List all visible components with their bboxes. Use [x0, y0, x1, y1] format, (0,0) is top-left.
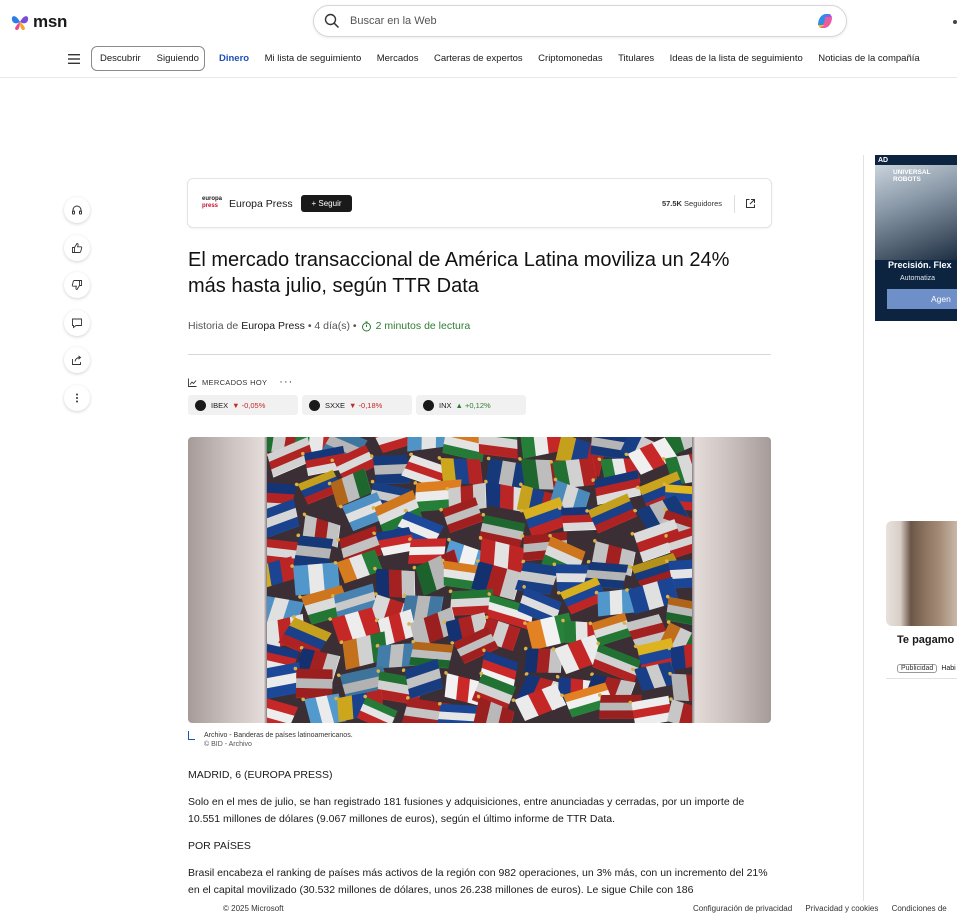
feed-toggle: Descubrir Siguiendo [91, 46, 205, 71]
external-link-icon[interactable] [745, 198, 756, 209]
sponsored-meta: Publicidad Habi [897, 664, 957, 673]
caption-corner-icon [188, 731, 195, 740]
footer-link-privacy-cookies[interactable]: Privacidad y cookies [805, 904, 878, 913]
search-box[interactable] [313, 5, 847, 37]
index-icon [309, 399, 320, 411]
nav-link-noticias[interactable]: Noticias de la compañía [818, 53, 919, 64]
index-icon [195, 399, 206, 411]
nav-link-carteras[interactable]: Carteras de expertos [434, 53, 523, 64]
copilot-icon[interactable] [814, 10, 836, 32]
share-button[interactable] [64, 347, 90, 373]
footer: © 2025 Microsoft Configuración de privac… [0, 901, 957, 916]
nav-row: Descubrir Siguiendo Dinero Mi lista de s… [0, 44, 957, 78]
action-rail [64, 197, 90, 422]
nav-link-dinero[interactable]: Dinero [219, 53, 249, 64]
nav-link-titulares[interactable]: Titulares [618, 53, 654, 64]
sponsored-image [886, 521, 957, 626]
thumbs-down-icon [71, 280, 82, 290]
ad-brand: UNIVERSAL ROBOTS [893, 169, 931, 183]
byline-source[interactable]: Europa Press [241, 320, 305, 332]
paragraph: Solo en el mes de julio, se han registra… [188, 796, 745, 825]
nav-link-ideas[interactable]: Ideas de la lista de seguimiento [670, 53, 803, 64]
more-options-button[interactable] [64, 384, 90, 411]
ad-label: AD [878, 157, 889, 164]
nav-link-mercados[interactable]: Mercados [377, 53, 419, 64]
paragraph: Brasil encabeza el ranking de países más… [188, 867, 768, 896]
ticker-ibex[interactable]: IBEX ▼ -0,05% [188, 395, 298, 415]
markets-more-button[interactable]: ··· [279, 376, 293, 388]
comment-icon [72, 318, 82, 328]
sponsored-card[interactable]: Te pagamo Publicidad Habi [886, 521, 957, 691]
ad-banner[interactable]: AD UNIVERSAL ROBOTS Precisión. Flex Auto… [875, 155, 957, 321]
more-vertical-icon [76, 393, 78, 402]
thumbs-up-icon [72, 242, 83, 253]
read-time: 2 minutos de lectura [361, 320, 470, 332]
article-title: El mercado transaccional de América Lati… [188, 249, 730, 297]
msn-logo[interactable]: msn [10, 10, 67, 34]
byline: Historia de Europa Press • 4 día(s) • 2 … [188, 320, 471, 332]
logo-text: msn [33, 12, 68, 31]
search-input[interactable] [350, 15, 814, 27]
follow-button[interactable]: + Seguir [301, 195, 352, 212]
article-body: MADRID, 6 (EUROPA PRESS) Solo en el mes … [188, 767, 771, 909]
publisher-name[interactable]: Europa Press [229, 198, 293, 210]
flags-photo [267, 437, 692, 723]
share-icon [72, 355, 82, 365]
sponsored-source: Habi [941, 665, 956, 672]
chart-icon [188, 378, 197, 387]
markets-header: MERCADOS HOY ··· [188, 376, 293, 388]
ad-cta-button[interactable]: Agen [887, 289, 957, 309]
publisher-card: europa press Europa Press + Seguir 57.5K… [187, 178, 772, 228]
publisher-logo[interactable]: europa press [202, 196, 224, 210]
paragraph: MADRID, 6 (EUROPA PRESS) [188, 769, 333, 781]
footer-link-privacy-settings[interactable]: Configuración de privacidad [693, 904, 792, 913]
image-caption: Archivo - Banderas de países latinoameri… [188, 731, 353, 749]
comment-button[interactable] [64, 309, 90, 336]
headphones-icon [72, 205, 82, 215]
sponsored-badge: Publicidad [897, 664, 938, 673]
ad-headline: Precisión. Flex [888, 260, 952, 270]
timer-icon [361, 321, 371, 331]
dislike-button[interactable] [64, 272, 90, 298]
followers-count: 57.5K Seguidores [661, 199, 722, 208]
nav-link-watchlist[interactable]: Mi lista de seguimiento [265, 53, 362, 64]
nav-link-cripto[interactable]: Criptomonedas [538, 53, 602, 64]
index-icon [423, 399, 434, 411]
divider [886, 678, 957, 679]
like-button[interactable] [64, 234, 90, 261]
ticker-sxxe[interactable]: SXXE ▼ -0,18% [302, 395, 412, 415]
divider [188, 354, 771, 355]
tab-siguiendo[interactable]: Siguiendo [149, 53, 207, 64]
nav-links: Dinero Mi lista de seguimiento Mercados … [219, 53, 935, 64]
divider [734, 195, 735, 213]
butterfly-icon [11, 16, 29, 30]
tab-descubrir[interactable]: Descubrir [92, 53, 149, 64]
hamburger-menu-icon[interactable] [68, 54, 80, 64]
top-bar: msn [0, 0, 957, 44]
listen-button[interactable] [64, 197, 90, 223]
ad-subtext: Automatiza [900, 275, 936, 282]
paragraph: POR PAÍSES [188, 840, 251, 852]
footer-links: Configuración de privacidad Privacidad y… [693, 904, 957, 913]
sponsored-headline: Te pagamo [897, 634, 955, 646]
overflow-dot-icon [953, 20, 957, 24]
footer-link-terms[interactable]: Condiciones de [892, 904, 947, 913]
copyright: © 2025 Microsoft [223, 904, 284, 913]
search-icon [324, 13, 340, 29]
ticker-inx[interactable]: INX ▲ +0,12% [416, 395, 526, 415]
ticker-list: IBEX ▼ -0,05% SXXE ▼ -0,18% INX ▲ +0,12% [188, 395, 530, 415]
article-image[interactable] [188, 437, 771, 723]
column-divider [863, 155, 864, 901]
